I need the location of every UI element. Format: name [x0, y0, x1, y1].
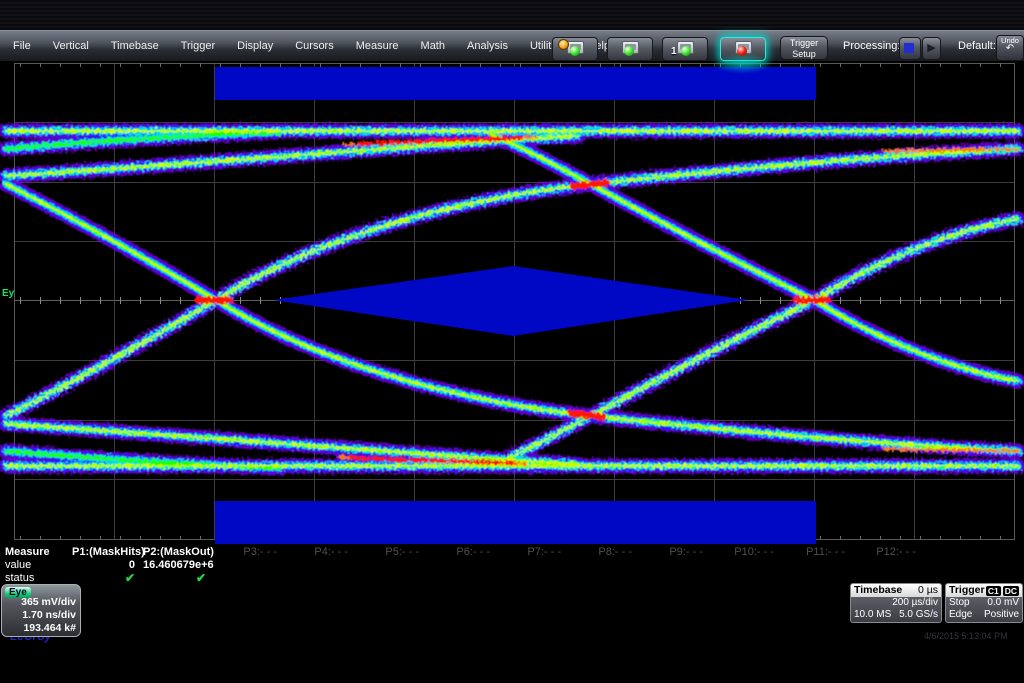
status-empty — [356, 572, 427, 585]
status-empty — [498, 572, 569, 585]
measure-row-label: Measure — [0, 546, 72, 559]
eye-sweep-count: 193.464 k# — [21, 622, 76, 635]
clock-icon — [558, 39, 569, 50]
trigger-mode: Stop — [949, 597, 970, 609]
menu-item-vertical[interactable]: Vertical — [42, 40, 100, 52]
measure-param-label[interactable]: P12:- - - — [853, 546, 924, 559]
undo-button[interactable]: Undo ↶ — [996, 35, 1024, 61]
blue-square-icon — [904, 43, 914, 53]
red-light-icon — [737, 46, 747, 56]
menu-item-math[interactable]: Math — [410, 40, 456, 52]
trigger-source-badge: C1 — [986, 586, 1001, 596]
menu: FileVerticalTimebaseTriggerDisplayCursor… — [2, 31, 621, 61]
status-check-icon: ✔ — [72, 572, 143, 585]
trigger-slope: Positive — [984, 609, 1019, 621]
measure-table: Measure P1:(MaskHits)P2:(MaskOut)P3:- - … — [0, 546, 1024, 585]
status-empty — [427, 572, 498, 585]
timebase-scale: 200 µs/div — [892, 597, 938, 609]
menu-item-timebase[interactable]: Timebase — [100, 40, 170, 52]
measure-param-label[interactable]: P1:(MaskHits) — [72, 546, 143, 559]
status-check-icon: ✔ — [143, 572, 214, 585]
single-digit-label: 1 — [671, 46, 677, 57]
menu-item-trigger[interactable]: Trigger — [170, 40, 226, 52]
measure-param-value — [214, 559, 285, 572]
undo-arrow-icon: ↶ — [997, 44, 1023, 54]
mask-center-diamond — [273, 266, 748, 336]
measure-param-value — [285, 559, 356, 572]
trigger-stop-button[interactable] — [720, 37, 766, 61]
measure-param-value — [498, 559, 569, 572]
status-empty — [214, 572, 285, 585]
datetime-stamp: 4/6/2015 5:13:04 PM — [924, 631, 1008, 641]
timebase-rate: 5.0 GS/s — [899, 609, 938, 621]
timebase-title: Timebase — [854, 584, 902, 597]
measure-param-label[interactable]: P3:- - - — [214, 546, 285, 559]
measure-param-label[interactable]: P10:- - - — [711, 546, 782, 559]
menu-item-display[interactable]: Display — [226, 40, 284, 52]
measure-param-label[interactable]: P2:(MaskOut) — [143, 546, 214, 559]
trigger-normal-button[interactable] — [607, 37, 653, 61]
measure-param-label[interactable]: P8:- - - — [569, 546, 640, 559]
timebase-samples: 10.0 MS — [854, 609, 891, 621]
menu-bar: FileVerticalTimebaseTriggerDisplayCursor… — [0, 30, 1024, 61]
timebase-offset: 0 µs — [918, 584, 938, 597]
measure-param-value — [782, 559, 853, 572]
eye-vertical-scale: 365 mV/div — [21, 596, 76, 609]
green-light-icon — [570, 46, 580, 56]
status-empty — [569, 572, 640, 585]
measure-param-value — [711, 559, 782, 572]
timebase-descriptor[interactable]: Timebase 0 µs 200 µs/div 10.0 MS 5.0 GS/… — [850, 583, 942, 623]
trigger-coupling-badge: DC — [1003, 586, 1019, 596]
measure-param-value — [427, 559, 498, 572]
measure-param-value — [569, 559, 640, 572]
trigger-descriptor[interactable]: Trigger C1 DC Stop 0.0 mV Edge Positive — [945, 583, 1023, 623]
default-label: Default: — [958, 40, 996, 52]
eye-trace-axis-label: Ey — [2, 288, 14, 299]
status-empty — [711, 572, 782, 585]
menu-item-cursors[interactable]: Cursors — [284, 40, 345, 52]
measure-param-value — [853, 559, 924, 572]
measure-param-value — [640, 559, 711, 572]
status-empty — [285, 572, 356, 585]
trigger-auto-button[interactable] — [552, 37, 598, 61]
eye-channel-descriptor[interactable]: Eye 365 mV/div 1.70 ns/div 193.464 k# — [1, 584, 81, 637]
oscilloscope-screen: Ey FileVerticalTimebaseTriggerDisplayCur… — [0, 0, 1024, 683]
menu-item-file[interactable]: File — [2, 40, 42, 52]
trigger-type: Edge — [949, 609, 972, 621]
trigger-setup-label-1: Trigger — [781, 38, 827, 49]
measure-param-label[interactable]: P5:- - - — [356, 546, 427, 559]
trigger-title: Trigger — [949, 584, 985, 597]
green-light-icon — [681, 46, 691, 56]
measure-param-value — [356, 559, 427, 572]
menu-item-analysis[interactable]: Analysis — [456, 40, 519, 52]
value-row-label: value — [0, 559, 72, 572]
measure-param-label[interactable]: P9:- - - — [640, 546, 711, 559]
status-empty — [782, 572, 853, 585]
green-light-icon — [624, 46, 634, 56]
mask-bottom-bar — [215, 501, 816, 544]
menu-item-measure[interactable]: Measure — [345, 40, 410, 52]
measure-param-label[interactable]: P6:- - - — [427, 546, 498, 559]
trigger-setup-label-2: Setup — [781, 49, 827, 60]
measure-param-label[interactable]: P4:- - - — [285, 546, 356, 559]
processing-label: Processing: — [843, 40, 900, 52]
processing-stop-button[interactable] — [899, 37, 921, 60]
trigger-level: 0.0 mV — [987, 597, 1019, 609]
measure-param-label[interactable]: P11:- - - — [782, 546, 853, 559]
eye-horizontal-scale: 1.70 ns/div — [21, 609, 76, 622]
mask-top-bar — [215, 67, 816, 100]
status-empty — [640, 572, 711, 585]
processing-play-button[interactable]: ▶ — [922, 37, 941, 60]
trigger-setup-button[interactable]: Trigger Setup — [780, 36, 828, 60]
trigger-single-button[interactable]: 1 — [662, 37, 708, 61]
measure-param-label[interactable]: P7:- - - — [498, 546, 569, 559]
